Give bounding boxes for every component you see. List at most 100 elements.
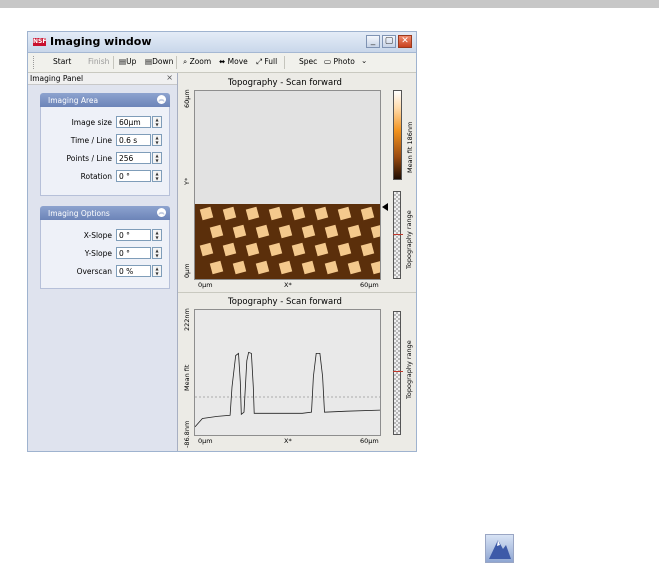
image-size-label: Image size — [71, 118, 112, 127]
color-scale-bar — [393, 90, 402, 180]
y-slope-label: Y-Slope — [84, 249, 112, 258]
rotation-row: Rotation 0 ° ▲ ▼ — [41, 170, 169, 183]
move-button[interactable]: ⬌ Move — [219, 57, 248, 66]
photo-dropdown-icon[interactable]: ⌄ — [361, 56, 367, 65]
panel-header: Imaging Panel × — [28, 73, 177, 85]
image-range-label: Topography range — [405, 210, 413, 269]
toolbar-separator — [113, 56, 114, 69]
line-y-mid-label: Mean fit — [183, 364, 191, 391]
spin-down-icon[interactable]: ▼ — [153, 253, 161, 258]
line-x-right-label: 60µm — [360, 437, 379, 445]
image-view-title: Topography - Scan forward — [228, 78, 342, 88]
imaging-panel: Imaging Panel × Imaging Area ︽ Image siz… — [28, 73, 178, 451]
image-y-mid-label: Y* — [183, 177, 191, 185]
toolbar-grip[interactable] — [33, 56, 36, 69]
line-x-mid-label: X* — [284, 437, 292, 445]
overscan-row: Overscan 0 % ▲ ▼ — [41, 265, 169, 278]
spin-down-icon[interactable]: ▼ — [153, 158, 161, 163]
view-divider[interactable] — [178, 292, 416, 293]
toolbar-separator — [176, 56, 177, 69]
imaging-area-title: Imaging Area — [48, 96, 99, 105]
overscan-input[interactable]: 0 % — [116, 265, 151, 277]
spin-down-icon[interactable]: ▼ — [153, 176, 161, 181]
imaging-window: NSF Imaging window _ ▢ ✕ Start Finish ▤U… — [27, 31, 417, 452]
rotation-input[interactable]: 0 ° — [116, 170, 151, 182]
image-range-bar[interactable] — [393, 191, 403, 279]
close-icon: ✕ — [401, 36, 409, 46]
spin-down-icon[interactable]: ▼ — [153, 235, 161, 240]
overscan-stepper[interactable]: ▲ ▼ — [152, 265, 162, 277]
points-line-input[interactable]: 256 — [116, 152, 151, 164]
full-button[interactable]: ⤢ Full — [256, 57, 277, 67]
unscanned-region — [195, 91, 380, 204]
colorbar-label: Mean fit 186nm — [406, 121, 414, 173]
mountain-app-icon[interactable] — [485, 534, 514, 563]
image-size-input[interactable]: 60µm — [116, 116, 151, 128]
finish-button[interactable]: Finish — [88, 57, 109, 66]
photo-button[interactable]: ▭ Photo — [324, 57, 355, 66]
window-title: Imaging window — [50, 35, 152, 48]
spin-down-icon[interactable]: ▼ — [153, 140, 161, 145]
image-size-stepper[interactable]: ▲ ▼ — [152, 116, 162, 128]
y-slope-input[interactable]: 0 ° — [116, 247, 151, 259]
spin-down-icon[interactable]: ▼ — [153, 122, 161, 127]
time-line-label: Time / Line — [70, 136, 112, 145]
y-slope-stepper[interactable]: ▲ ▼ — [152, 247, 162, 259]
maximize-button[interactable]: ▢ — [382, 35, 396, 48]
imaging-options-header[interactable]: Imaging Options ︽ — [40, 206, 170, 220]
start-button[interactable]: Start — [53, 57, 71, 66]
imaging-options-title: Imaging Options — [48, 209, 110, 218]
chart-area: Topography - Scan forward 60µm Y* 0µm 0µ… — [178, 73, 416, 451]
topography-image[interactable] — [195, 91, 380, 279]
rotation-stepper[interactable]: ▲ ▼ — [152, 170, 162, 182]
minimize-icon: _ — [370, 36, 376, 46]
profile-series — [194, 351, 381, 428]
overscan-label: Overscan — [76, 267, 112, 276]
range-marker[interactable] — [393, 234, 403, 235]
range-marker[interactable] — [393, 371, 403, 372]
spec-button[interactable]: Spec — [299, 57, 317, 66]
line-view-title: Topography - Scan forward — [228, 297, 342, 307]
imaging-area-group: Imaging Area ︽ Image size 60µm ▲ ▼ Time /… — [40, 93, 170, 196]
x-slope-stepper[interactable]: ▲ ▼ — [152, 229, 162, 241]
line-range-bar[interactable] — [393, 311, 403, 435]
zoom-button[interactable]: ⌕ Zoom — [183, 57, 211, 67]
image-x-right-label: 60µm — [360, 281, 379, 289]
minimize-button[interactable]: _ — [366, 35, 380, 48]
image-y-top-label: 60µm — [183, 89, 191, 108]
points-line-stepper[interactable]: ▲ ▼ — [152, 152, 162, 164]
y-slope-row: Y-Slope 0 ° ▲ ▼ — [41, 247, 169, 260]
rotation-label: Rotation — [80, 172, 112, 181]
collapse-icon[interactable]: ︽ — [157, 208, 166, 217]
title-bar[interactable]: NSF Imaging window _ ▢ ✕ — [28, 32, 416, 53]
imaging-options-group: Imaging Options ︽ X-Slope 0 ° ▲ ▼ Y-Slope… — [40, 206, 170, 289]
topography-image-frame[interactable] — [194, 90, 381, 280]
line-x-left-label: 0µm — [198, 437, 213, 445]
mountain-icon — [489, 540, 511, 559]
collapse-icon[interactable]: ︽ — [157, 95, 166, 104]
top-strip — [0, 0, 659, 8]
panel-close-icon[interactable]: × — [166, 73, 173, 82]
scan-position-marker-icon[interactable] — [382, 203, 388, 211]
image-size-row: Image size 60µm ▲ ▼ — [41, 116, 169, 129]
up-button[interactable]: ▤Up — [119, 57, 136, 66]
line-profile-plot[interactable] — [194, 310, 381, 435]
line-profile-frame[interactable] — [194, 309, 381, 436]
x-slope-row: X-Slope 0 ° ▲ ▼ — [41, 229, 169, 242]
imaging-area-body: Image size 60µm ▲ ▼ Time / Line 0.6 s ▲ ▼ … — [40, 107, 170, 196]
points-line-row: Points / Line 256 ▲ ▼ — [41, 152, 169, 165]
time-line-input[interactable]: 0.6 s — [116, 134, 151, 146]
panel-title: Imaging Panel — [30, 74, 84, 83]
spin-down-icon[interactable]: ▼ — [153, 271, 161, 276]
toolbar-separator — [284, 56, 285, 69]
image-x-mid-label: X* — [284, 281, 292, 289]
x-slope-input[interactable]: 0 ° — [116, 229, 151, 241]
down-button[interactable]: ▤Down — [145, 57, 173, 66]
time-line-row: Time / Line 0.6 s ▲ ▼ — [41, 134, 169, 147]
points-line-label: Points / Line — [66, 154, 112, 163]
close-button[interactable]: ✕ — [398, 35, 412, 48]
time-line-stepper[interactable]: ▲ ▼ — [152, 134, 162, 146]
maximize-icon: ▢ — [384, 36, 394, 46]
image-x-left-label: 0µm — [198, 281, 213, 289]
imaging-area-header[interactable]: Imaging Area ︽ — [40, 93, 170, 107]
